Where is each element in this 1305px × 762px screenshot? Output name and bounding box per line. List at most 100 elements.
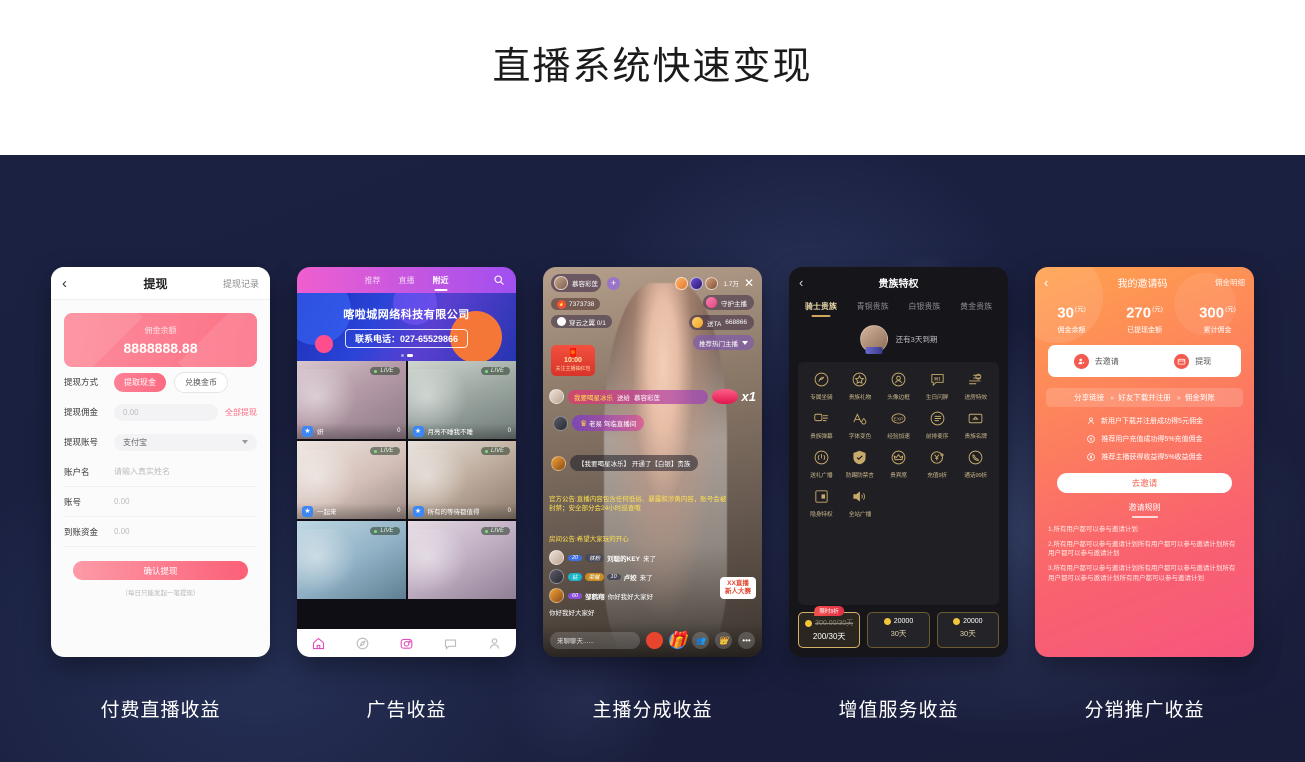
avatar xyxy=(553,415,568,431)
anchor-chip[interactable]: 慕容彩莲 xyxy=(551,274,601,292)
privilege-item[interactable]: 贵族名牌 xyxy=(956,410,995,440)
benefit-text: 推荐用户充值成功得5%充值佣金 xyxy=(1101,436,1203,444)
privilege-item[interactable]: 防踢防禁言 xyxy=(841,449,880,479)
account-number-input[interactable]: 0.00 xyxy=(114,497,257,506)
profile-icon[interactable] xyxy=(487,636,502,651)
tab-gold[interactable]: 黄金贵族 xyxy=(960,301,992,317)
flow-sep: » xyxy=(1176,393,1181,403)
back-icon[interactable]: ‹ xyxy=(62,275,96,292)
privilege-item[interactable]: 头像边框 xyxy=(879,371,918,401)
tab-silver[interactable]: 白银贵族 xyxy=(908,301,940,317)
expiry-text: 还有3天到期 xyxy=(895,334,938,344)
more-button[interactable]: ••• xyxy=(738,631,755,649)
tab-knight[interactable]: 骑士贵族 xyxy=(805,301,837,317)
withdraw-amount-row: 提现佣金 0.00 全部提现 xyxy=(64,397,257,427)
price-card-selected[interactable]: 限时9折 300.00/30天 200/30天 xyxy=(798,606,861,648)
record-button[interactable] xyxy=(646,631,663,649)
privilege-item[interactable]: 送礼广播 xyxy=(802,449,841,479)
action-invite[interactable]: 去邀请 xyxy=(1048,345,1145,377)
withdraw-records-link[interactable]: 提现记录 xyxy=(215,277,259,290)
dot-active[interactable] xyxy=(406,354,413,357)
privilege-item[interactable]: 贵族弹幕 xyxy=(802,410,841,440)
task-chip[interactable]: 穿云之翼 0/1 xyxy=(551,315,612,328)
home-icon[interactable] xyxy=(311,636,326,651)
live-card[interactable]: LIVE xyxy=(297,521,406,599)
withdraw-account-row: 提现账号 支付宝 xyxy=(64,427,257,457)
privilege-item[interactable]: 贵族礼物 xyxy=(841,371,880,401)
privilege-item[interactable]: 充值9折 xyxy=(918,449,957,479)
tab-nearby[interactable]: 附近 xyxy=(433,275,449,286)
live-card[interactable]: LIVE ★ 一起来 0 xyxy=(297,441,406,519)
invite-user-icon xyxy=(1073,353,1089,369)
action-withdraw[interactable]: 提现 xyxy=(1145,345,1242,377)
privilege-item[interactable]: 贵宾席 xyxy=(879,449,918,479)
compass-icon[interactable] xyxy=(355,636,370,651)
price-coin-value: 20000 xyxy=(963,618,983,625)
share-button[interactable]: 👥 xyxy=(692,631,709,649)
viewer-avatars[interactable]: 1.7万 ✕ xyxy=(675,276,754,290)
privilege-label: 贵族弹幕 xyxy=(810,434,833,440)
level-badge: 60 xyxy=(568,592,583,599)
amount-input[interactable]: 0.00 xyxy=(114,403,218,421)
chat-icon[interactable] xyxy=(443,636,458,651)
ad-company-name: 喀啦城网络科技有限公司 xyxy=(343,309,470,321)
privilege-item[interactable]: 前排麦序 xyxy=(918,410,957,440)
confirm-withdraw-button[interactable]: 确认提现 xyxy=(73,561,248,580)
contest-badge[interactable]: XX直播 新人大赛 xyxy=(720,576,756,599)
live-card[interactable]: LIVE ★ 妍 0 xyxy=(297,361,406,439)
tab-bronze[interactable]: 青铜贵族 xyxy=(857,301,889,317)
account-select[interactable]: 支付宝 xyxy=(114,433,257,451)
dot[interactable] xyxy=(400,354,404,357)
withdraw-all-link[interactable]: 全部提现 xyxy=(225,407,257,418)
privilege-item[interactable]: 生日闪屏 xyxy=(918,371,957,401)
caption-distribution: 分销推广收益 xyxy=(1084,700,1205,721)
search-icon[interactable] xyxy=(493,274,505,286)
privilege-item[interactable]: EXP 经验加速 xyxy=(879,410,918,440)
invite-cta-button[interactable]: 去邀请 xyxy=(1057,473,1232,494)
recommend-dropdown[interactable]: 推荐热门主播 xyxy=(693,335,754,350)
live-card[interactable]: LIVE xyxy=(407,521,516,599)
privilege-item[interactable]: 进房特效 xyxy=(956,371,995,401)
showcase-item-ads: 推荐 直播 附近 喀啦城网络科技有限公司 联系电话：027-65529866 L… xyxy=(297,267,516,722)
close-icon[interactable]: ✕ xyxy=(744,277,754,289)
live-card[interactable]: LIVE ★ 月亮不睡我不睡 0 xyxy=(407,361,516,439)
back-icon[interactable]: ‹ xyxy=(799,275,829,290)
chat-input[interactable]: 来聊聊天...... xyxy=(550,631,640,649)
redpacket-widget[interactable]: 🧧 10:00 关注主播抽红包 xyxy=(551,345,595,376)
price-card[interactable]: 20000 30天 xyxy=(867,612,930,648)
price-coin-line: 20000 xyxy=(870,618,926,625)
noble-navbar: ‹ 贵族特权 xyxy=(789,267,1008,297)
price-card[interactable]: 20000 30天 xyxy=(936,612,999,648)
tab-live[interactable]: 直播 xyxy=(399,275,415,286)
gift-button[interactable]: 🎁 xyxy=(668,631,687,649)
account-number-row: 账号 0.00 xyxy=(64,487,257,517)
camera-icon[interactable] xyxy=(399,636,414,651)
crown-button[interactable]: 👑 xyxy=(715,631,732,649)
tab-recommend[interactable]: 推荐 xyxy=(365,275,381,286)
back-icon[interactable]: ‹ xyxy=(1044,275,1084,290)
live-card[interactable]: LIVE ★ 所有的等待都值得 0 xyxy=(407,441,516,519)
privilege-item[interactable]: 字体变色 xyxy=(841,410,880,440)
stat-total: 300(元) 累计佣金 xyxy=(1181,303,1254,335)
commission-detail-link[interactable]: 佣金明细 xyxy=(1201,277,1245,288)
privilege-item[interactable]: 隐身特权 xyxy=(802,488,841,518)
chat-list[interactable]: 20 铁粉 刘聪的KEY 来了 钻 荣耀 10 卢姣 来了 60 邹鹤翔 你好我… xyxy=(549,550,702,617)
guard-chip[interactable]: 守护主播 xyxy=(703,295,754,310)
live-dot xyxy=(374,449,378,453)
official-notice: 官方公告:直播内容包含任何低俗、暴露和涉黄内容，账号会被封禁；安全部分会24小时… xyxy=(549,496,727,513)
chat-user: 邹鹤翔 xyxy=(585,593,605,601)
flow-sep: » xyxy=(1110,393,1114,403)
method-cash-option[interactable]: 提取现金 xyxy=(114,372,166,392)
account-name-input[interactable]: 请输入真实姓名 xyxy=(114,466,257,477)
nameplate-icon xyxy=(968,413,983,424)
method-coin-option[interactable]: 兑换金币 xyxy=(174,371,228,393)
privilege-item[interactable]: 专属坐骑 xyxy=(802,371,841,401)
privilege-item[interactable]: 全站广播 xyxy=(841,488,880,518)
send-gift-chip[interactable]: 送TA 668866 xyxy=(688,315,754,330)
privilege-item[interactable]: 通话99折 xyxy=(956,449,995,479)
hot-value: 7373738 xyxy=(569,300,595,308)
ad-banner[interactable]: 喀啦城网络科技有限公司 联系电话：027-65529866 xyxy=(297,293,516,361)
phone-noble: ‹ 贵族特权 骑士贵族 青铜贵族 白银贵族 黄金贵族 还有3天到期 专属坐骑 贵… xyxy=(789,267,1008,657)
follow-button[interactable]: + xyxy=(607,276,620,290)
chevron-down-icon xyxy=(742,340,748,345)
